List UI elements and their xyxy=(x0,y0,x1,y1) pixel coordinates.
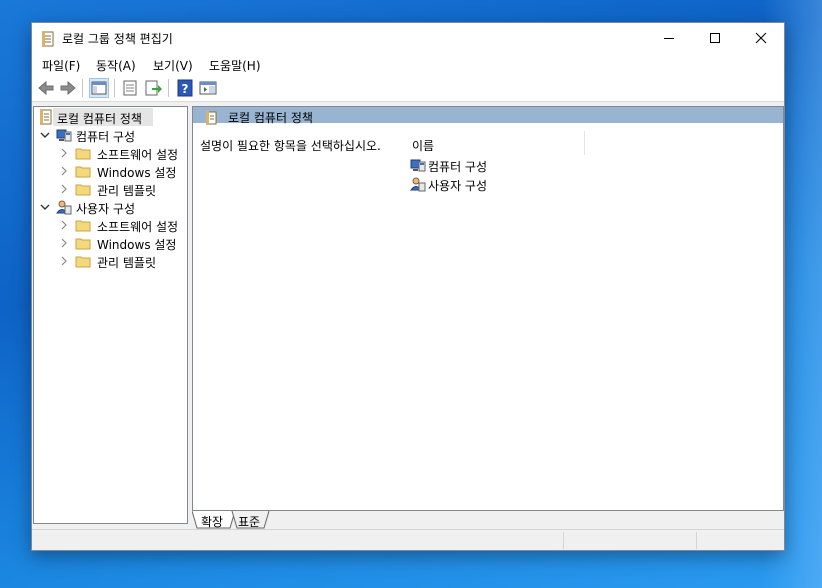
tree-computer-label: 컴퓨터 구성 xyxy=(76,130,136,144)
toolbar: ? xyxy=(32,75,784,102)
status-separator xyxy=(696,532,697,549)
view-tabs: 확장 표준 xyxy=(192,511,784,529)
user-config-icon xyxy=(410,176,426,195)
tree-label: 관리 템플릿 xyxy=(97,184,157,198)
toolbar-separator xyxy=(114,79,115,97)
minimize-button[interactable] xyxy=(646,23,692,53)
menu-help[interactable]: 도움말(H) xyxy=(209,57,261,74)
policy-document-icon xyxy=(38,109,54,125)
tree-item-computer-configuration[interactable]: 컴퓨터 구성 xyxy=(34,126,187,144)
chevron-right-icon[interactable] xyxy=(59,147,69,158)
column-header-name[interactable]: 이름 xyxy=(412,137,434,154)
gpedit-window: 로컬 그룹 정책 편집기 파일(F) 동작(A) 보기(V) 도움말(H) ? … xyxy=(31,22,785,551)
tree-user-label: 사용자 구성 xyxy=(76,202,136,216)
chevron-right-icon[interactable] xyxy=(59,255,69,266)
tree-item-computer-windows-settings[interactable]: Windows 설정 xyxy=(34,162,187,180)
menu-action[interactable]: 동작(A) xyxy=(96,57,136,74)
forward-icon[interactable] xyxy=(58,78,78,98)
details-header-title: 로컬 컴퓨터 정책 xyxy=(228,111,313,125)
tree-label: 소프트웨어 설정 xyxy=(97,148,179,162)
computer-config-icon xyxy=(410,157,426,176)
chevron-right-icon[interactable] xyxy=(59,183,69,194)
list-item-label: 사용자 구성 xyxy=(428,179,488,193)
folder-icon xyxy=(75,163,91,179)
help-icon[interactable]: ? xyxy=(175,78,195,98)
menu-file[interactable]: 파일(F) xyxy=(42,57,80,74)
tree-label: 관리 템플릿 xyxy=(97,256,157,270)
show-hide-console-tree-icon[interactable] xyxy=(89,78,109,98)
list-item-label: 컴퓨터 구성 xyxy=(428,160,488,174)
tree-root-label: 로컬 컴퓨터 정책 xyxy=(57,112,142,126)
close-button[interactable] xyxy=(738,23,784,53)
list-item-computer-configuration[interactable]: 컴퓨터 구성 xyxy=(410,157,530,175)
console-tree[interactable]: 로컬 컴퓨터 정책 컴퓨터 구성 소프트웨어 설정 Windows 설정 관리 … xyxy=(33,106,188,524)
maximize-button[interactable] xyxy=(692,23,738,53)
tree-label: Windows 설정 xyxy=(97,238,177,252)
title-bar[interactable]: 로컬 그룹 정책 편집기 xyxy=(32,23,784,53)
tree-item-user-windows-settings[interactable]: Windows 설정 xyxy=(34,234,187,252)
tree-label: Windows 설정 xyxy=(97,166,177,180)
tree-item-user-admin-templates[interactable]: 관리 템플릿 xyxy=(34,252,187,270)
svg-text:?: ? xyxy=(182,82,189,96)
back-icon[interactable] xyxy=(36,78,56,98)
column-separator[interactable] xyxy=(584,131,585,155)
window-title: 로컬 그룹 정책 편집기 xyxy=(62,32,173,46)
tree-item-computer-admin-templates[interactable]: 관리 템플릿 xyxy=(34,180,187,198)
chevron-right-icon[interactable] xyxy=(59,237,69,248)
tree-item-local-computer-policy[interactable]: 로컬 컴퓨터 정책 xyxy=(34,108,187,126)
tree-label: 소프트웨어 설정 xyxy=(97,220,179,234)
folder-icon xyxy=(75,235,91,251)
user-config-icon xyxy=(56,199,72,215)
details-pane[interactable]: 로컬 컴퓨터 정책 설명이 필요한 항목을 선택하십시오. 이름 컴퓨터 구성 … xyxy=(192,106,784,511)
toolbar-separator xyxy=(168,79,169,97)
menu-view[interactable]: 보기(V) xyxy=(153,57,193,74)
folder-icon xyxy=(75,217,91,233)
tree-item-user-software-settings[interactable]: 소프트웨어 설정 xyxy=(34,216,187,234)
description-text: 설명이 필요한 항목을 선택하십시오. xyxy=(200,139,381,153)
computer-config-icon xyxy=(56,127,72,143)
tree-item-computer-software-settings[interactable]: 소프트웨어 설정 xyxy=(34,144,187,162)
properties-icon[interactable] xyxy=(120,78,140,98)
chevron-right-icon[interactable] xyxy=(59,219,69,230)
details-header: 로컬 컴퓨터 정책 xyxy=(193,107,783,125)
status-separator xyxy=(563,532,564,549)
chevron-down-icon[interactable] xyxy=(40,201,50,211)
policy-document-icon xyxy=(204,111,218,128)
chevron-down-icon[interactable] xyxy=(40,129,50,139)
show-hide-action-pane-icon[interactable] xyxy=(198,78,218,98)
tree-item-user-configuration[interactable]: 사용자 구성 xyxy=(34,198,187,216)
menu-bar: 파일(F) 동작(A) 보기(V) 도움말(H) xyxy=(32,53,784,75)
folder-icon xyxy=(75,181,91,197)
export-list-icon[interactable] xyxy=(143,78,163,98)
list-item-user-configuration[interactable]: 사용자 구성 xyxy=(410,176,530,194)
folder-icon xyxy=(75,253,91,269)
chevron-right-icon[interactable] xyxy=(59,165,69,176)
toolbar-separator xyxy=(82,79,83,97)
policy-document-icon xyxy=(41,31,55,47)
list-header-area xyxy=(398,123,783,133)
folder-icon xyxy=(75,145,91,161)
status-bar xyxy=(32,529,784,550)
